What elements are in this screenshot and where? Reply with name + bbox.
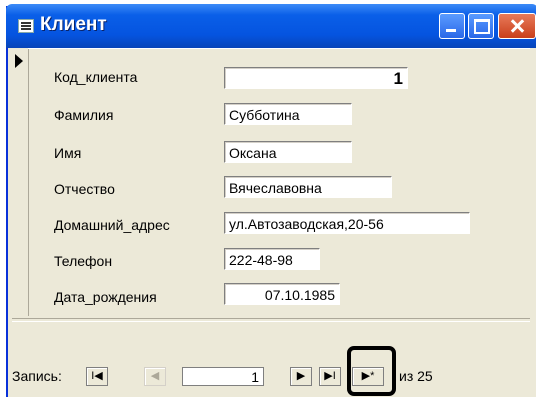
last-record-button[interactable]: ▶I (319, 367, 341, 386)
first-record-icon: I◀ (91, 370, 103, 382)
record-navigation-bar: Запись: I◀ ◀ 1 ▶ ▶I ▶* из 25 (12, 365, 532, 387)
new-record-highlight (347, 346, 396, 396)
form-icon (18, 19, 34, 33)
window-title: Клиент (40, 14, 107, 35)
first-record-button[interactable]: I◀ (86, 367, 108, 386)
phone-field[interactable]: 222-48-98 (224, 248, 320, 270)
record-label: Запись: (12, 368, 62, 384)
label-phone: Телефон (54, 253, 113, 269)
label-home-address: Домашний_адрес (54, 217, 170, 233)
surname-field[interactable]: Субботина (224, 103, 352, 125)
previous-record-icon: ◀ (150, 370, 160, 382)
label-patronymic: Отчество (54, 181, 115, 197)
label-surname: Фамилия (54, 107, 114, 123)
first-name-field[interactable]: Оксана (224, 141, 352, 163)
label-client-code: Код_клиента (54, 69, 138, 85)
client-code-value: 1 (393, 69, 403, 88)
detail-top-line (28, 48, 530, 49)
form-footer-divider (12, 318, 530, 322)
next-record-button[interactable]: ▶ (290, 367, 312, 386)
title-bar[interactable]: Клиент (6, 4, 536, 48)
close-icon[interactable] (498, 13, 536, 39)
label-first-name: Имя (54, 145, 82, 161)
current-record-arrow-icon (15, 54, 23, 68)
label-birth-date: Дата_рождения (54, 289, 157, 305)
current-record-input[interactable]: 1 (182, 367, 264, 386)
patronymic-field[interactable]: Вячеславовна (224, 176, 392, 198)
client-form-window: Клиент (6, 4, 536, 397)
maximize-icon[interactable] (468, 13, 494, 39)
previous-record-button[interactable]: ◀ (144, 367, 166, 386)
minimize-icon[interactable] (439, 13, 465, 39)
birth-date-field[interactable]: 07.10.1985 (224, 283, 340, 305)
record-count: из 25 (399, 368, 433, 384)
record-selector[interactable] (12, 48, 29, 316)
client-code-field[interactable]: 1 (224, 67, 408, 89)
last-record-icon: ▶I (324, 370, 336, 382)
next-record-icon: ▶ (296, 370, 306, 382)
home-address-field[interactable]: ул.Автозаводская,20-56 (224, 212, 470, 234)
